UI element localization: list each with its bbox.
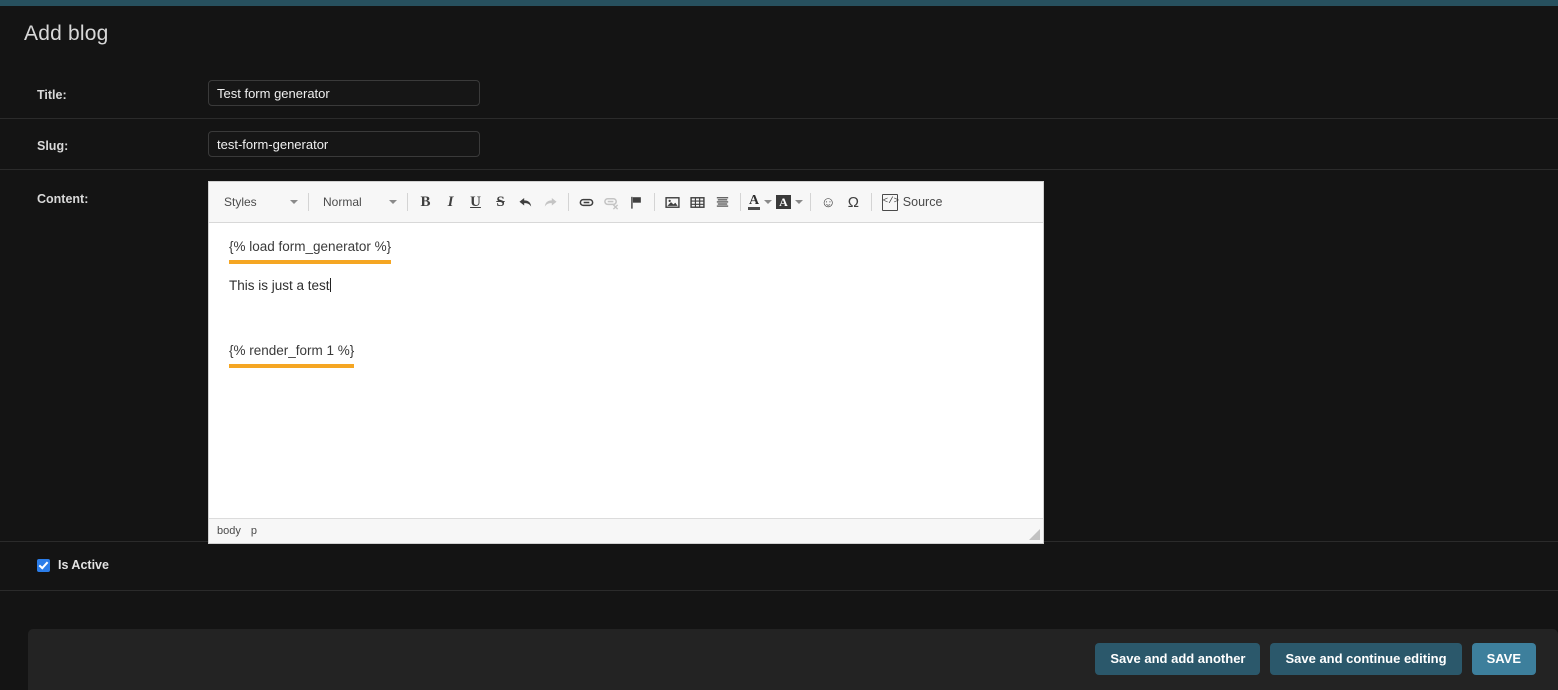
background-color-button[interactable]: A <box>774 190 805 215</box>
strikethrough-button[interactable]: S <box>488 190 513 215</box>
strikethrough-icon: S <box>496 193 505 210</box>
title-label: Title: <box>37 88 67 102</box>
top-accent-strip <box>0 0 1558 6</box>
italic-icon: I <box>447 193 454 210</box>
styles-dropdown-label: Styles <box>224 195 257 209</box>
table-icon <box>690 196 705 208</box>
save-button[interactable]: SAVE <box>1471 643 1536 675</box>
text-color-button[interactable]: A <box>746 190 774 215</box>
source-button[interactable]: </> Source <box>877 190 948 215</box>
source-button-label: Source <box>902 195 943 209</box>
toolbar-separator <box>568 193 569 211</box>
omega-icon: Ω <box>847 193 859 211</box>
form-row-content: Content: Styles Normal B I U S A A ☺ Ω <… <box>0 170 1558 544</box>
slug-input[interactable] <box>208 131 480 157</box>
bold-icon: B <box>420 193 431 210</box>
page-title: Add blog <box>24 22 109 45</box>
bold-button[interactable]: B <box>413 190 438 215</box>
editor-content-area[interactable]: {% load form_generator %} This is just a… <box>209 223 1043 518</box>
rich-text-editor: Styles Normal B I U S A A ☺ Ω </> Source… <box>208 181 1044 544</box>
unlink-button[interactable] <box>599 190 624 215</box>
form-row-slug: Slug: <box>0 119 1558 170</box>
is-active-checkbox[interactable] <box>37 558 50 572</box>
format-dropdown[interactable]: Normal <box>315 189 401 215</box>
toolbar-separator <box>740 193 741 211</box>
editor-empty-paragraph <box>229 307 1023 341</box>
resize-handle[interactable] <box>1029 529 1040 540</box>
redo-button[interactable] <box>538 190 563 215</box>
editor-text: This is just a test <box>229 277 330 293</box>
text-cursor <box>329 277 331 292</box>
submit-button-group: Save and add another Save and continue e… <box>1095 643 1536 675</box>
undo-button[interactable] <box>513 190 538 215</box>
element-path-body[interactable]: body <box>217 525 241 537</box>
chevron-down-icon <box>389 200 397 204</box>
toolbar-separator <box>870 193 872 211</box>
image-button[interactable] <box>660 190 685 215</box>
smiley-icon: ☺ <box>820 193 836 211</box>
toolbar-separator <box>654 193 655 211</box>
flag-icon <box>631 196 641 209</box>
submit-row: Save and add another Save and continue e… <box>28 629 1558 690</box>
form-row-title: Title: <box>0 68 1558 119</box>
editor-paragraph: {% render_form 1 %} <box>229 341 1023 368</box>
element-path-p[interactable]: p <box>251 525 257 537</box>
source-code-icon: </> <box>881 193 899 211</box>
chevron-down-icon <box>764 200 773 204</box>
redo-icon <box>544 197 557 207</box>
format-dropdown-label: Normal <box>323 195 362 209</box>
toolbar-separator <box>308 193 309 211</box>
toolbar-separator <box>809 193 811 211</box>
content-label: Content: <box>37 192 89 206</box>
chevron-down-icon <box>290 200 298 204</box>
special-character-button[interactable]: Ω <box>841 190 866 215</box>
horizontal-rule-button[interactable] <box>710 190 735 215</box>
template-tag-load: {% load form_generator %} <box>229 237 392 264</box>
styles-dropdown[interactable]: Styles <box>216 189 302 215</box>
toolbar-separator <box>407 193 408 211</box>
italic-button[interactable]: I <box>438 190 463 215</box>
editor-toolbar: Styles Normal B I U S A A ☺ Ω </> Source <box>209 182 1043 223</box>
anchor-button[interactable] <box>624 190 649 215</box>
title-input[interactable] <box>208 80 480 106</box>
editor-paragraph: {% load form_generator %} <box>229 237 1023 264</box>
underline-button[interactable]: U <box>463 190 488 215</box>
horizontal-rule-icon <box>716 196 729 207</box>
blog-form: Title: Slug: Content: Styles Normal <box>0 68 1558 591</box>
table-button[interactable] <box>685 190 710 215</box>
smiley-button[interactable]: ☺ <box>816 190 841 215</box>
slug-label: Slug: <box>37 139 69 153</box>
link-button[interactable] <box>574 190 599 215</box>
save-and-add-another-button[interactable]: Save and add another <box>1095 643 1261 675</box>
editor-paragraph: This is just a test <box>229 276 1023 296</box>
text-color-icon: A <box>748 193 761 210</box>
link-icon <box>579 198 594 206</box>
background-color-icon: A <box>776 195 791 209</box>
is-active-checkbox-group[interactable]: Is Active <box>37 558 109 572</box>
unlink-icon <box>604 197 619 210</box>
template-tag-render-form: {% render_form 1 %} <box>229 341 355 368</box>
underline-icon: U <box>470 193 481 210</box>
image-icon <box>665 196 680 208</box>
is-active-label: Is Active <box>58 558 109 572</box>
save-and-continue-editing-button[interactable]: Save and continue editing <box>1270 643 1462 675</box>
form-row-is-active: Is Active <box>0 542 1558 591</box>
editor-element-path: body p <box>209 518 1043 543</box>
undo-icon <box>519 197 532 207</box>
chevron-down-icon <box>794 200 803 204</box>
